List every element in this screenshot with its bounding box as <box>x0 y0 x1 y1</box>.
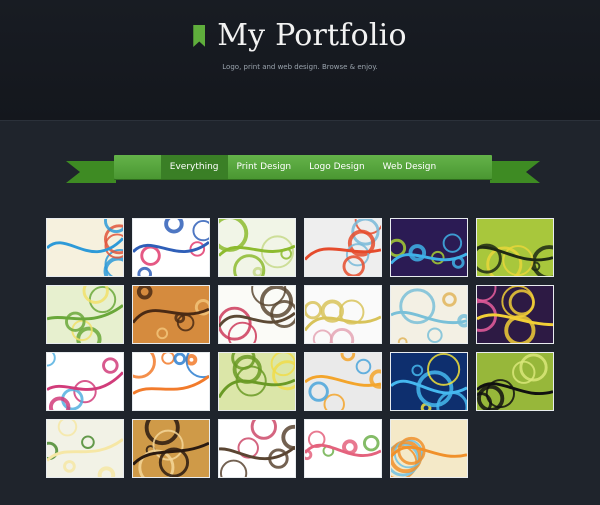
header: My Portfolio Logo, print and web design.… <box>0 0 600 121</box>
portfolio-thumbnail[interactable] <box>218 285 296 344</box>
portfolio-thumbnail[interactable] <box>304 352 382 411</box>
portfolio-thumbnail[interactable] <box>46 419 124 478</box>
portfolio-thumbnail[interactable] <box>46 218 124 277</box>
bookmark-icon <box>193 25 206 47</box>
portfolio-thumbnail[interactable] <box>218 218 296 277</box>
site-title-text: My Portfolio <box>217 18 407 53</box>
portfolio-thumbnail[interactable] <box>390 352 468 411</box>
nav-ribbon: Everything Print Design Logo Design Web … <box>66 155 540 183</box>
portfolio-thumbnail[interactable] <box>46 352 124 411</box>
portfolio-thumbnail[interactable] <box>390 419 468 478</box>
portfolio-thumbnail[interactable] <box>132 218 210 277</box>
tab-print-design[interactable]: Print Design <box>228 155 301 179</box>
portfolio-thumbnail[interactable] <box>390 285 468 344</box>
portfolio-thumbnail[interactable] <box>132 285 210 344</box>
portfolio-thumbnail[interactable] <box>304 218 382 277</box>
portfolio-thumbnail[interactable] <box>46 285 124 344</box>
ribbon-left-tail <box>66 161 116 183</box>
site-title: My Portfolio <box>0 18 600 53</box>
portfolio-thumbnail[interactable] <box>476 285 554 344</box>
portfolio-thumbnail[interactable] <box>390 218 468 277</box>
portfolio-thumbnail[interactable] <box>304 419 382 478</box>
portfolio-thumbnail[interactable] <box>476 352 554 411</box>
portfolio-thumbnail[interactable] <box>218 352 296 411</box>
ribbon-right-tail <box>490 161 540 183</box>
tab-logo-design[interactable]: Logo Design <box>300 155 374 179</box>
portfolio-thumbnail[interactable] <box>218 419 296 478</box>
tab-web-design[interactable]: Web Design <box>374 155 446 179</box>
portfolio-thumbnail[interactable] <box>132 419 210 478</box>
tab-everything[interactable]: Everything <box>160 155 228 179</box>
portfolio-thumbnail[interactable] <box>304 285 382 344</box>
nav-tabs: Everything Print Design Logo Design Web … <box>114 155 492 179</box>
site-subtitle: Logo, print and web design. Browse & enj… <box>222 63 378 71</box>
portfolio-thumbnail[interactable] <box>132 352 210 411</box>
portfolio-thumbnail[interactable] <box>476 218 554 277</box>
